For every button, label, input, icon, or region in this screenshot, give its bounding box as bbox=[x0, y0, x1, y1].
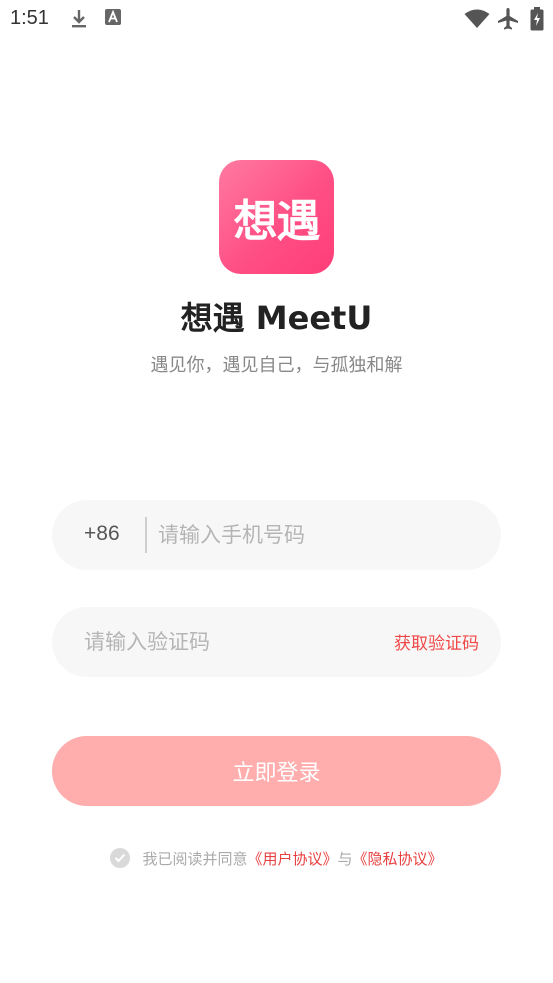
phone-field: +86 bbox=[52, 500, 501, 570]
phone-divider bbox=[145, 517, 147, 553]
app-logo: 想遇 bbox=[219, 160, 334, 274]
battery-icon bbox=[530, 7, 544, 31]
login-screen: 1:51 想遇 想遇 MeetU 遇见你，遇见自己，与孤独和解 +86 请输入手… bbox=[0, 0, 553, 983]
login-button[interactable]: 立即登录 bbox=[52, 736, 501, 806]
app-subtitle: 遇见你，遇见自己，与孤独和解 bbox=[150, 355, 403, 376]
phone-input[interactable] bbox=[158, 517, 478, 553]
code-field: 获取验证码 bbox=[52, 607, 501, 677]
airplane-icon bbox=[498, 8, 518, 30]
get-code-button[interactable]: 获取验证码 bbox=[394, 629, 479, 654]
status-bar: 1:51 bbox=[0, 0, 553, 40]
wifi-icon bbox=[464, 9, 490, 28]
app-a-icon bbox=[105, 9, 121, 25]
download-icon bbox=[72, 10, 86, 28]
privacy-policy-link[interactable]: 《隐私协议》 bbox=[353, 848, 443, 869]
verification-code-input[interactable] bbox=[84, 624, 354, 660]
agreement-conjunction: 与 bbox=[337, 849, 353, 868]
agree-checkbox[interactable] bbox=[110, 848, 131, 868]
status-time: 1:51 bbox=[10, 7, 49, 29]
app-logo-text: 想遇 bbox=[233, 196, 321, 247]
app-title: 想遇 MeetU bbox=[180, 299, 373, 337]
check-icon bbox=[115, 853, 126, 863]
user-agreement-link[interactable]: 《用户协议》 bbox=[247, 848, 337, 869]
country-code[interactable]: +86 bbox=[84, 522, 120, 546]
agreement-prefix: 我已阅读并同意 bbox=[142, 849, 248, 868]
agreement-row: 我已阅读并同意 《用户协议》 与 《隐私协议》 bbox=[0, 846, 553, 870]
